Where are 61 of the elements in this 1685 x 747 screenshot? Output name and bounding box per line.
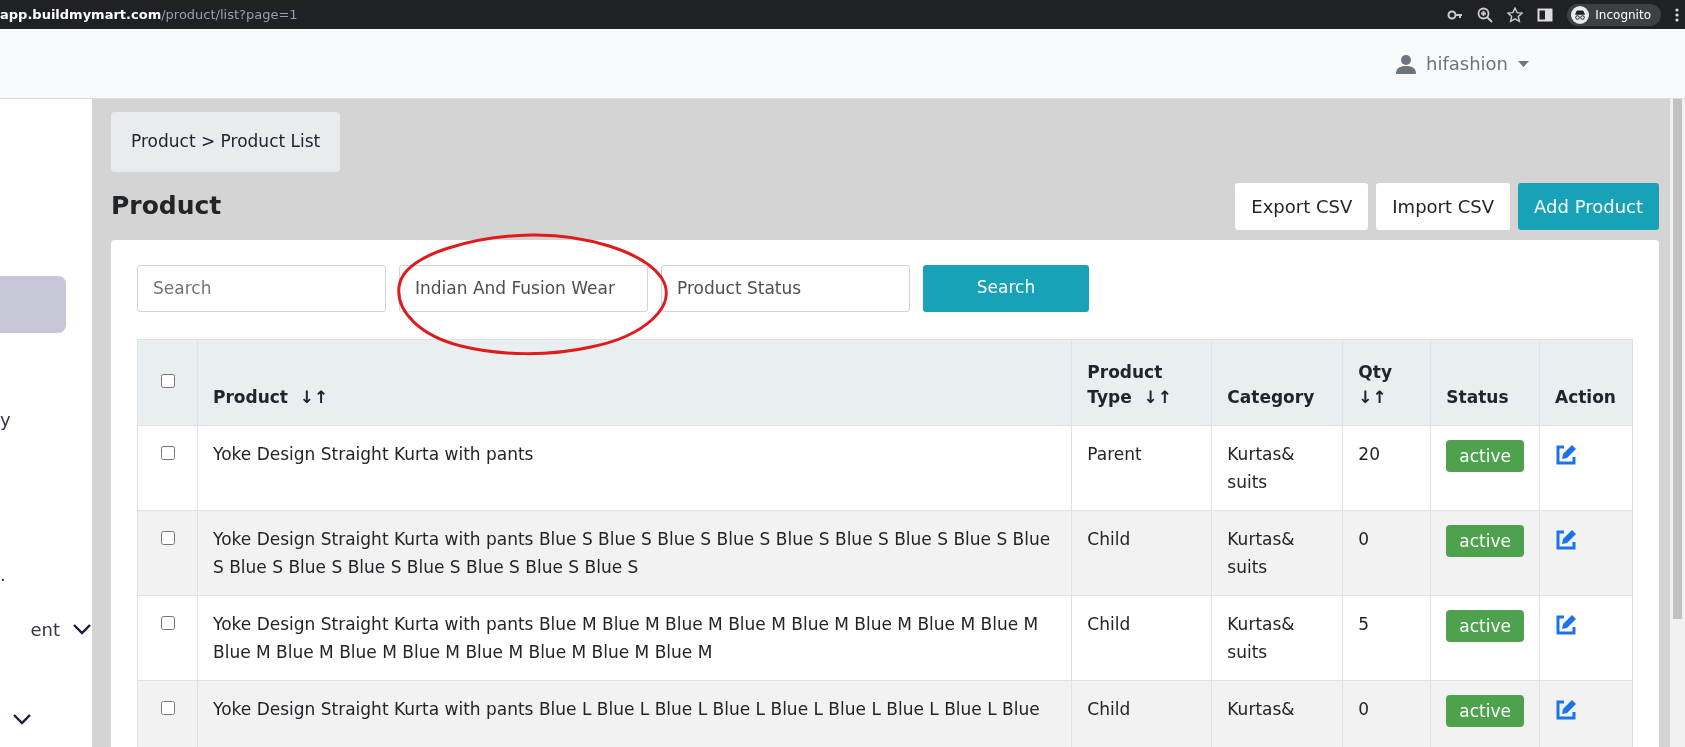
select-all-checkbox[interactable]: [160, 374, 175, 389]
sidebar-item[interactable]: .: [0, 554, 92, 594]
status-field[interactable]: Product Status: [661, 264, 910, 312]
table-cell: Kurtas& suits: [1211, 425, 1343, 510]
address-bar[interactable]: app.buildmymart.com/product/list?page=1: [0, 4, 298, 25]
table-cell: Child: [1071, 510, 1212, 595]
column-header: Product Type ↓↑: [1071, 339, 1212, 425]
page-title: Product: [111, 191, 222, 221]
category-field[interactable]: Indian And Fusion Wear: [399, 264, 648, 312]
more-icon[interactable]: [1675, 6, 1679, 23]
table-cell: 20: [1342, 425, 1431, 510]
breadcrumb: Product > Product List: [111, 112, 341, 172]
column-header: Qty ↓↑: [1342, 339, 1431, 425]
column-header: Category: [1211, 339, 1343, 425]
side-panel-icon[interactable]: [1537, 6, 1554, 23]
table-cell: Kurtas&: [1211, 680, 1343, 747]
sidebar-item[interactable]: y: [0, 399, 92, 439]
product-name: Yoke Design Straight Kurta with pants Blue S Blue S Blue S Blue S Blue S Blue S Blue S Blue S Blue S Blue S Blue S Blue S Blue S Blue S Blue S Blue S: [197, 510, 1072, 595]
product-name: Yoke Design Straight Kurta with pants Blue M Blue M Blue M Blue M Blue M Blue M Blue M Blue M Blue M Blue M Blue M Blue M Blue M Blue M Blue M Blue M: [197, 595, 1072, 680]
column-header: Action: [1539, 339, 1633, 425]
status-badge: active: [1446, 609, 1524, 642]
incognito-icon: [1571, 5, 1590, 24]
product-name: Yoke Design Straight Kurta with pants Blue L Blue L Blue L Blue L Blue L Blue L Blue L Blue L Blue: [197, 680, 1072, 747]
zoom-icon[interactable]: [1477, 6, 1494, 23]
table-cell: Parent: [1071, 425, 1212, 510]
edit-icon[interactable]: [1555, 443, 1577, 466]
table-cell: Child: [1071, 595, 1212, 680]
row-checkbox[interactable]: [160, 445, 175, 460]
product-name: Yoke Design Straight Kurta with pants: [197, 425, 1072, 510]
user-menu[interactable]: hifashion: [1390, 49, 1535, 78]
search-field[interactable]: Search: [137, 264, 386, 312]
table-cell: Kurtas& suits: [1211, 510, 1343, 595]
sidebar-item[interactable]: ent: [0, 609, 92, 649]
edit-icon[interactable]: [1555, 613, 1577, 636]
user-name: hifashion: [1426, 52, 1508, 76]
chevron-down-icon: [12, 713, 32, 725]
scrollbar[interactable]: [1670, 99, 1685, 747]
status-badge: active: [1446, 439, 1524, 472]
profile-button[interactable]: Incognito: [1567, 3, 1661, 26]
column-header: Status: [1430, 339, 1540, 425]
status-badge: active: [1446, 524, 1524, 557]
table-cell: Child: [1071, 680, 1212, 747]
user-icon: [1396, 53, 1416, 74]
scroll-thumb[interactable]: [1673, 99, 1682, 619]
profile-label: Incognito: [1595, 6, 1651, 24]
star-icon[interactable]: [1507, 6, 1524, 23]
table-cell: 5: [1342, 595, 1431, 680]
edit-icon[interactable]: [1555, 698, 1577, 721]
action-button[interactable]: Import CSV: [1376, 182, 1511, 230]
status-badge: active: [1446, 694, 1524, 727]
row-checkbox[interactable]: [160, 530, 175, 545]
table-cell: 0: [1342, 510, 1431, 595]
row-checkbox[interactable]: [160, 615, 175, 630]
chevron-down-icon: [72, 623, 92, 635]
edit-icon[interactable]: [1555, 528, 1577, 551]
column-header: Product ↓↑: [197, 339, 1072, 425]
row-checkbox[interactable]: [160, 700, 175, 715]
table-cell: Kurtas& suits: [1211, 595, 1343, 680]
caret-icon: [1518, 60, 1529, 67]
table-cell: 0: [1342, 680, 1431, 747]
action-button[interactable]: Export CSV: [1235, 182, 1369, 230]
